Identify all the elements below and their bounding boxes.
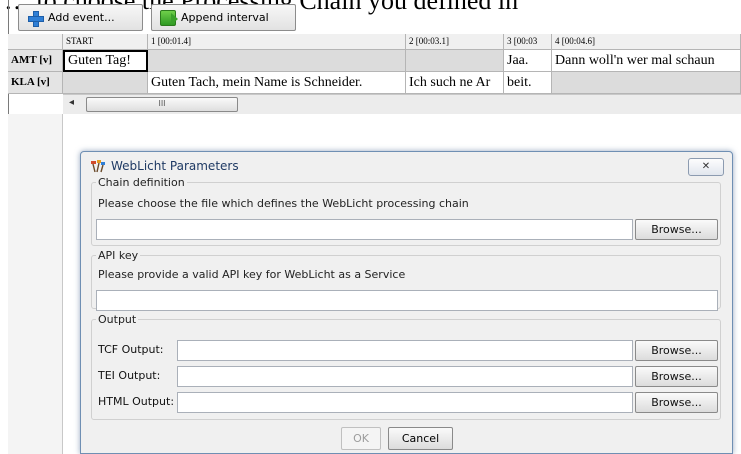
- tier-label-kla[interactable]: KLA [v]: [8, 72, 63, 94]
- output-section: Output TCF Output: Browse... TEI Output:…: [91, 313, 721, 420]
- chain-browse-button[interactable]: Browse...: [635, 219, 718, 240]
- transcription-grid: START 1 [00:01.4] 2 [00:03.1] 3 [00:03 4…: [8, 34, 741, 114]
- add-event-button[interactable]: Add event...: [18, 4, 143, 31]
- column-header[interactable]: START: [63, 34, 148, 50]
- close-button[interactable]: ✕: [688, 158, 724, 176]
- chain-file-input[interactable]: [96, 219, 633, 240]
- tei-output-label: TEI Output:: [98, 369, 161, 382]
- close-icon: ✕: [701, 161, 711, 172]
- column-header[interactable]: 4 [00:04.6]: [552, 34, 741, 50]
- html-output-label: HTML Output:: [98, 395, 175, 408]
- api-key-legend: API key: [98, 249, 139, 262]
- event-cell-selected[interactable]: Guten Tag!: [63, 50, 148, 72]
- horizontal-scrollbar[interactable]: ◂ III: [63, 94, 741, 114]
- event-cell[interactable]: Guten Tach, mein Name is Schneider.: [148, 72, 406, 94]
- scroll-left-icon[interactable]: ◂: [69, 97, 74, 108]
- chain-definition-legend: Chain definition: [98, 176, 185, 189]
- tier-label-amt[interactable]: AMT [v]: [8, 50, 63, 72]
- dialog-title: WebLicht Parameters: [111, 159, 239, 173]
- event-cell[interactable]: [406, 50, 504, 72]
- cancel-button[interactable]: Cancel: [388, 427, 453, 450]
- scroll-thumb[interactable]: III: [86, 97, 238, 112]
- append-interval-label: Append interval: [181, 11, 269, 24]
- event-cell[interactable]: Dann woll'n wer mal schaun: [552, 50, 741, 72]
- weblicht-parameters-dialog: WebLicht Parameters ✕ Chain definition P…: [80, 151, 733, 454]
- api-key-input[interactable]: [96, 290, 718, 311]
- event-cell[interactable]: [148, 50, 406, 72]
- append-arrow-icon: [160, 9, 178, 26]
- tei-browse-button[interactable]: Browse...: [635, 366, 718, 387]
- api-key-section: API key Please provide a valid API key f…: [91, 249, 721, 311]
- tcf-browse-button[interactable]: Browse...: [635, 340, 718, 361]
- event-cell[interactable]: [552, 72, 741, 94]
- column-header[interactable]: 2 [00:03.1]: [406, 34, 504, 50]
- tier-label-column: [8, 114, 63, 454]
- output-legend: Output: [98, 313, 137, 326]
- column-header[interactable]: 3 [00:03: [504, 34, 552, 50]
- append-interval-button[interactable]: Append interval: [151, 4, 296, 31]
- api-key-description: Please provide a valid API key for WebLi…: [98, 268, 406, 281]
- tei-output-input[interactable]: [177, 366, 633, 387]
- event-cell[interactable]: beit.: [504, 72, 552, 94]
- column-header[interactable]: 1 [00:01.4]: [148, 34, 406, 50]
- chain-description: Please choose the file which defines the…: [98, 197, 469, 210]
- event-cell[interactable]: Jaa.: [504, 50, 552, 72]
- ok-button[interactable]: OK: [341, 427, 381, 450]
- chain-definition-section: Chain definition Please choose the file …: [91, 176, 721, 246]
- html-output-input[interactable]: [177, 392, 633, 413]
- tcf-output-input[interactable]: [177, 340, 633, 361]
- event-cell[interactable]: [63, 72, 148, 94]
- plus-icon: [27, 10, 44, 27]
- weblicht-logo-icon: [91, 160, 105, 173]
- tcf-output-label: TCF Output:: [98, 343, 164, 356]
- header-corner: [8, 34, 63, 50]
- toolbar-divider: [8, 0, 9, 36]
- event-cell[interactable]: Ich such ne Ar: [406, 72, 504, 94]
- add-event-label: Add event...: [48, 11, 115, 24]
- html-browse-button[interactable]: Browse...: [635, 392, 718, 413]
